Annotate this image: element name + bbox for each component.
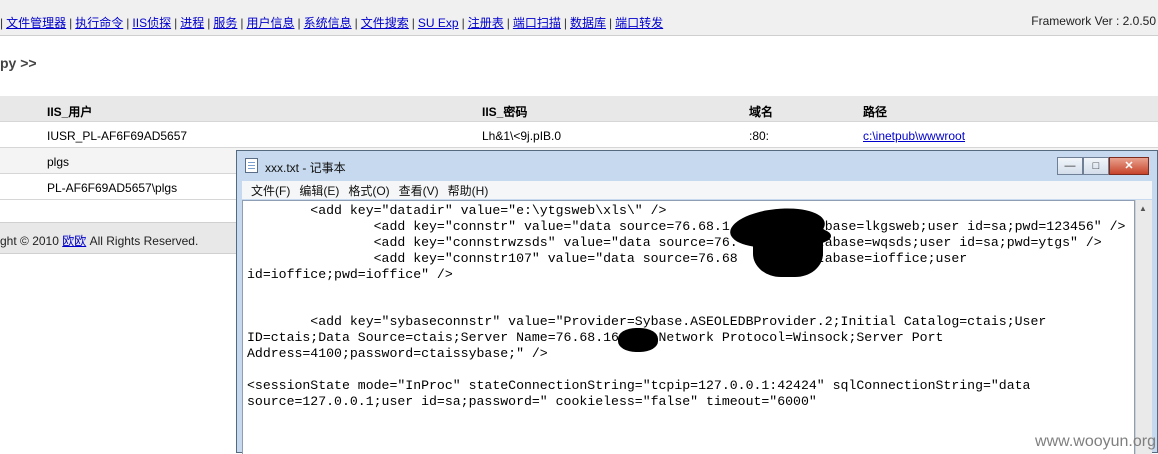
nav-separator: | [207,16,211,30]
cell-password: Lh&1\<9j.pIB.0 [482,129,562,143]
nav-link[interactable]: 注册表 [468,16,504,30]
text-line: <add key="connstrwzsds" value="data sour… [247,234,1102,250]
notepad-icon [245,158,258,173]
text-line: <sessionState mode="InProc" stateConnect… [247,377,1031,393]
copyright-link[interactable]: 欧欧 [62,234,86,248]
header-domain: 域名 [749,105,774,119]
menu-item[interactable]: 编辑(E) [299,182,339,199]
nav-separator: | [461,16,465,30]
nav-separator: | [174,16,178,30]
copyright-prefix: ght © 2010 [0,234,63,248]
text-line: <add key="connstr" value="data source=76… [247,218,1126,234]
nav-link[interactable]: 用户信息 [247,16,295,30]
nav-link[interactable]: 端口扫描 [513,16,561,30]
header-iis-user: IIS_用户 [47,105,93,119]
nav-link[interactable]: 系统信息 [304,16,352,30]
text-line: <add key="connstr107" value="data source… [247,250,968,266]
menu-item[interactable]: 格式(O) [348,182,389,199]
text-line: <add key="datadir" value="e:\ytgsweb\xls… [247,203,667,218]
notepad-titlebar[interactable]: xxx.txt - 记事本 — □ ✕ [237,151,1157,181]
nav-link[interactable]: 文件搜索 [361,16,409,30]
nav-separator: | [354,16,358,30]
framework-version: Framework Ver : 2.0.50 [1031,14,1156,28]
nav-separator: | [563,16,568,30]
section-title: py >> [0,55,37,71]
text-line: id=ioffice;pwd=ioffice" /> [247,266,453,282]
watermark: www.wooyun.org [1035,433,1156,450]
notepad-window: xxx.txt - 记事本 — □ ✕ 文件(F) 编辑(E) 格式(O) 查看(V)… [236,150,1158,454]
cell-domain: :80: [749,129,770,143]
table-row: IUSR_PL-AF6F69AD5657 Lh&1\<9j.pIB.0 :80:… [0,122,1158,148]
cell-user: plgs [47,155,70,169]
nav-separator: | [69,16,73,30]
menu-item[interactable]: 查看(V) [399,182,439,199]
cell-user: PL-AF6F69AD5657\plgs [47,181,178,195]
nav-separator: | [126,16,130,30]
menu-item[interactable]: 帮助(H) [448,182,489,199]
minimize-button[interactable]: — [1057,157,1083,175]
scroll-up-arrow-icon[interactable]: ▲ [1139,204,1147,213]
text-line [247,283,1134,299]
notepad-title: xxx.txt - 记事本 [265,161,346,175]
nav-separator: | [506,16,510,30]
menu-item[interactable]: 文件(F) [251,182,290,199]
notepad-menubar: 文件(F) 编辑(E) 格式(O) 查看(V) 帮助(H) [242,181,1152,199]
nav-separator: | [240,16,244,30]
text-line: source=127.0.0.1;user id=sa;password=" c… [247,393,817,409]
notepad-content: <add key="datadir" value="e:\ytgsweb\xls… [243,201,1134,410]
nav-separator: | [0,16,4,30]
nav-link[interactable]: IIS侦探 [132,16,171,30]
notepad-text-area[interactable]: <add key="datadir" value="e:\ytgsweb\xls… [242,200,1135,454]
nav-link[interactable]: 文件管理器 [6,16,66,30]
close-button[interactable]: ✕ [1109,157,1149,175]
redaction-blot [783,227,831,245]
nav-link[interactable]: 服务 [213,16,237,30]
cell-user: IUSR_PL-AF6F69AD5657 [47,129,188,143]
text-line [247,298,1134,314]
nav-links: | 文件管理器 | 执行命令 | IIS侦探 | 进程 | 服务 | 用户信息 | 系统信息 | 文件搜索 | S… [0,14,663,31]
redaction-blot [618,328,658,352]
copyright-text: ght © 2010 欧欧 All Rights Reserved. [0,232,198,249]
top-nav-bar: | 文件管理器 | 执行命令 | IIS侦探 | 进程 | 服务 | 用户信息 | 系统信息 | 文件搜索 | S… [0,0,1158,36]
cell-path-link[interactable]: c:\inetpub\wwwroot [863,129,965,143]
nav-separator: | [609,16,613,30]
nav-link[interactable]: 进程 [180,16,204,30]
nav-separator: | [411,16,415,30]
header-iis-password: IIS_密码 [482,105,528,119]
text-line [247,362,1134,378]
copyright-suffix: All Rights Reserved. [86,234,199,248]
nav-link[interactable]: 数据库 [570,16,606,30]
text-line: ID=ctais;Data Source=ctais;Server Name=7… [247,330,944,346]
text-line: <add key="sybaseconnstr" value="Provider… [247,314,1047,330]
maximize-button[interactable]: □ [1083,157,1109,175]
nav-separator: | [297,16,301,30]
nav-link[interactable]: 端口转发 [615,16,663,30]
header-path: 路径 [863,105,888,119]
nav-link[interactable]: 执行命令 [75,16,123,30]
table-header-row: IIS_用户 IIS_密码 域名 路径 [0,96,1158,122]
text-line: Address=4100;password=ctaissybase;" /> [247,346,548,362]
vertical-scrollbar[interactable]: ▲ [1135,200,1152,454]
nav-link[interactable]: SU Exp [418,16,459,30]
